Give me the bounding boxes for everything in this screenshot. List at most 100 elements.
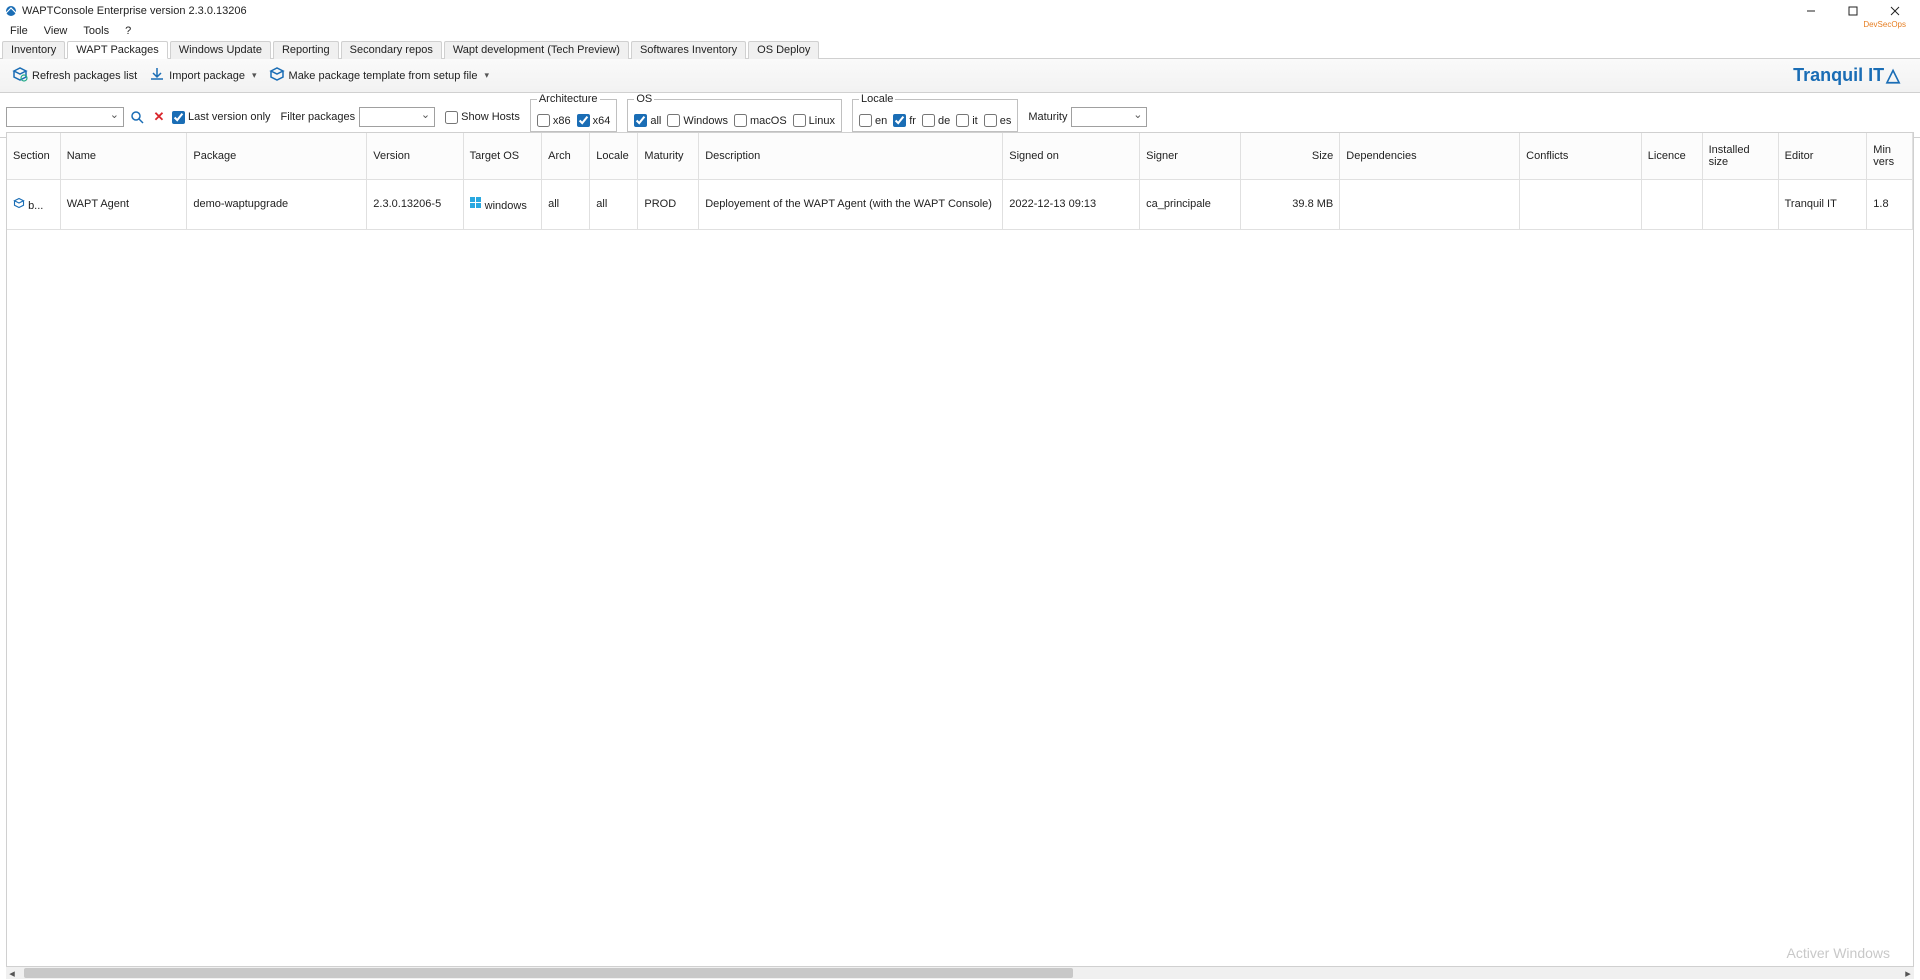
clear-icon[interactable]: ✕ <box>150 108 168 126</box>
make-template-label: Make package template from setup file <box>289 70 478 82</box>
th-version[interactable]: Version <box>367 133 463 179</box>
tab-os-deploy[interactable]: OS Deploy <box>748 41 819 59</box>
brand-triangle-icon: △ <box>1886 65 1900 86</box>
package-row-icon <box>13 200 25 212</box>
last-version-only-checkbox[interactable]: Last version only <box>172 111 271 124</box>
tab-softwares-inventory[interactable]: Softwares Inventory <box>631 41 746 59</box>
tab-wapt-dev[interactable]: Wapt development (Tech Preview) <box>444 41 629 59</box>
th-package[interactable]: Package <box>187 133 367 179</box>
cell-size: 39.8 MB <box>1241 179 1340 229</box>
cell-locale: all <box>590 179 638 229</box>
locale-en-checkbox[interactable]: en <box>859 114 887 127</box>
th-maturity[interactable]: Maturity <box>638 133 699 179</box>
menu-tools[interactable]: Tools <box>75 23 117 39</box>
toolbar: Refresh packages list Import package Mak… <box>0 59 1920 93</box>
arch-x86-checkbox[interactable]: x86 <box>537 114 571 127</box>
table-header-row: Section Name Package Version Target OS A… <box>7 133 1913 179</box>
minimize-button[interactable] <box>1790 0 1832 22</box>
package-refresh-icon <box>12 66 28 85</box>
download-icon <box>149 66 165 85</box>
th-licence[interactable]: Licence <box>1641 133 1702 179</box>
menu-bar: File View Tools ? <box>0 22 1920 40</box>
architecture-legend: Architecture <box>537 93 600 105</box>
os-group: OS all Windows macOS Linux <box>627 99 842 132</box>
th-signed-on[interactable]: Signed on <box>1003 133 1140 179</box>
os-linux-checkbox[interactable]: Linux <box>793 114 835 127</box>
tab-strip: Inventory WAPT Packages Windows Update R… <box>0 40 1920 59</box>
th-conflicts[interactable]: Conflicts <box>1520 133 1642 179</box>
locale-it-checkbox[interactable]: it <box>956 114 978 127</box>
search-combo[interactable] <box>6 107 124 127</box>
show-hosts-label: Show Hosts <box>461 111 520 123</box>
packages-table: Section Name Package Version Target OS A… <box>7 133 1913 230</box>
cell-licence <box>1641 179 1702 229</box>
th-installed-size[interactable]: Installed size <box>1702 133 1778 179</box>
filter-packages-combo[interactable] <box>359 107 435 127</box>
scroll-right-icon[interactable]: ▸ <box>1902 967 1914 979</box>
th-dependencies[interactable]: Dependencies <box>1340 133 1520 179</box>
show-hosts-input[interactable] <box>445 111 458 124</box>
brand-sub: DevSecOps <box>1863 20 1906 29</box>
last-version-only-label: Last version only <box>188 111 271 123</box>
scroll-thumb[interactable] <box>24 968 1073 978</box>
table-row[interactable]: b... WAPT Agent demo-waptupgrade 2.3.0.1… <box>7 179 1913 229</box>
search-icon[interactable] <box>128 108 146 126</box>
title-bar: WAPTConsole Enterprise version 2.3.0.132… <box>0 0 1920 22</box>
locale-fr-checkbox[interactable]: fr <box>893 114 916 127</box>
cell-arch: all <box>542 179 590 229</box>
show-hosts-checkbox[interactable]: Show Hosts <box>445 111 520 124</box>
cell-target-os: windows <box>463 179 542 229</box>
tab-reporting[interactable]: Reporting <box>273 41 339 59</box>
os-macos-checkbox[interactable]: macOS <box>734 114 787 127</box>
architecture-group: Architecture x86 x64 <box>530 99 618 132</box>
th-description[interactable]: Description <box>699 133 1003 179</box>
scroll-left-icon[interactable]: ◂ <box>6 967 18 979</box>
maximize-button[interactable] <box>1832 0 1874 22</box>
cell-dependencies <box>1340 179 1520 229</box>
maturity-combo[interactable] <box>1071 107 1147 127</box>
th-arch[interactable]: Arch <box>542 133 590 179</box>
th-signer[interactable]: Signer <box>1140 133 1241 179</box>
import-package-button[interactable]: Import package <box>143 63 262 88</box>
make-template-button[interactable]: Make package template from setup file <box>263 63 495 88</box>
windows-icon <box>470 200 482 212</box>
tab-secondary-repos[interactable]: Secondary repos <box>341 41 442 59</box>
locale-legend: Locale <box>859 93 895 105</box>
menu-view[interactable]: View <box>36 23 76 39</box>
tab-windows-update[interactable]: Windows Update <box>170 41 271 59</box>
locale-es-checkbox[interactable]: es <box>984 114 1012 127</box>
refresh-button[interactable]: Refresh packages list <box>6 63 143 88</box>
th-min-vers[interactable]: Min vers <box>1867 133 1913 179</box>
cell-package: demo-waptupgrade <box>187 179 367 229</box>
last-version-only-input[interactable] <box>172 111 185 124</box>
horizontal-scrollbar[interactable]: ◂ ▸ <box>6 967 1914 979</box>
locale-de-checkbox[interactable]: de <box>922 114 950 127</box>
cell-conflicts <box>1520 179 1642 229</box>
cell-signed-on: 2022-12-13 09:13 <box>1003 179 1140 229</box>
package-icon <box>269 66 285 85</box>
cell-description: Deployement of the WAPT Agent (with the … <box>699 179 1003 229</box>
th-locale[interactable]: Locale <box>590 133 638 179</box>
os-legend: OS <box>634 93 654 105</box>
th-section[interactable]: Section <box>7 133 60 179</box>
close-button[interactable] <box>1874 0 1916 22</box>
th-editor[interactable]: Editor <box>1778 133 1867 179</box>
cell-installed-size <box>1702 179 1778 229</box>
th-name[interactable]: Name <box>60 133 187 179</box>
tab-inventory[interactable]: Inventory <box>2 41 65 59</box>
os-all-checkbox[interactable]: all <box>634 114 661 127</box>
tab-wapt-packages[interactable]: WAPT Packages <box>67 41 168 59</box>
cell-section: b... <box>7 179 60 229</box>
window-title: WAPTConsole Enterprise version 2.3.0.132… <box>22 5 1790 17</box>
app-icon <box>4 4 18 18</box>
th-size[interactable]: Size <box>1241 133 1340 179</box>
menu-file[interactable]: File <box>2 23 36 39</box>
cell-min-vers: 1.8 <box>1867 179 1913 229</box>
packages-table-wrap[interactable]: Section Name Package Version Target OS A… <box>6 132 1914 967</box>
window-controls <box>1790 0 1916 22</box>
th-target-os[interactable]: Target OS <box>463 133 542 179</box>
os-windows-checkbox[interactable]: Windows <box>667 114 728 127</box>
arch-x64-checkbox[interactable]: x64 <box>577 114 611 127</box>
cell-editor: Tranquil IT <box>1778 179 1867 229</box>
menu-help[interactable]: ? <box>117 23 139 39</box>
